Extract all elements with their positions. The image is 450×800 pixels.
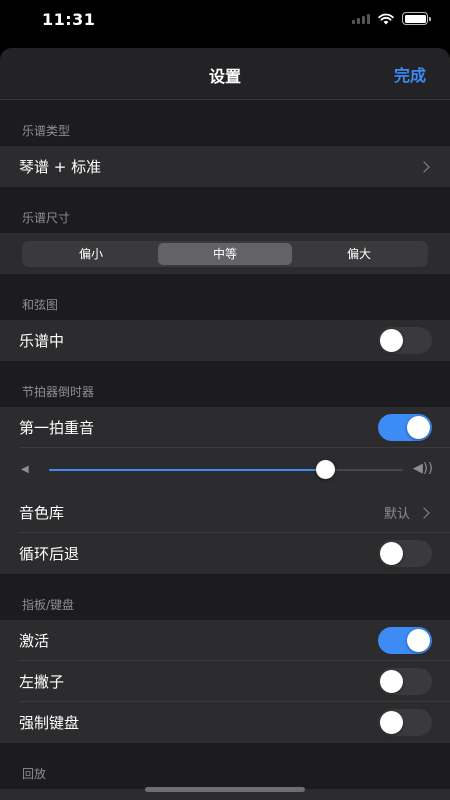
score-size-segmented-control: 偏小 中等 偏大: [22, 240, 428, 267]
volume-slider-fill: [49, 469, 326, 471]
page-title: 设置: [208, 67, 241, 86]
section-header-score-size: 乐谱尺寸: [22, 211, 71, 225]
score-type-label: 琴谱 + 标准: [19, 158, 102, 176]
section-header-fretboard: 指板/键盘: [22, 598, 75, 612]
accent-first-beat-row: 第一拍重音: [0, 407, 450, 448]
done-button[interactable]: 完成: [394, 62, 426, 86]
status-time: 11:31: [42, 10, 96, 29]
navigation-bar: 设置 完成: [0, 48, 450, 100]
cellular-signal-icon: [352, 13, 370, 24]
chord-in-score-label: 乐谱中: [19, 332, 65, 350]
status-bar: 11:31: [0, 0, 450, 44]
activate-row: 激活: [0, 620, 450, 661]
chord-in-score-toggle[interactable]: [378, 327, 432, 354]
wifi-icon: [378, 13, 394, 24]
chevron-right-icon: [418, 506, 430, 519]
segment-small[interactable]: 偏小: [24, 243, 158, 265]
volume-low-icon: ◀: [21, 464, 29, 475]
loop-back-toggle[interactable]: [378, 540, 432, 567]
home-indicator: [145, 787, 305, 792]
section-header-score-type: 乐谱类型: [22, 124, 71, 138]
force-keyboard-row: 强制键盘: [0, 702, 450, 743]
sound-library-row[interactable]: 音色库 默认: [0, 492, 450, 533]
section-header-metronome: 节拍器倒时器: [22, 385, 95, 399]
left-handed-toggle[interactable]: [378, 668, 432, 695]
section-header-chord: 和弦图: [22, 298, 59, 312]
activate-toggle[interactable]: [378, 627, 432, 654]
sound-library-label: 音色库: [19, 504, 65, 522]
loop-back-row: 循环后退: [0, 533, 450, 574]
force-keyboard-label: 强制键盘: [19, 714, 80, 732]
accent-first-beat-toggle[interactable]: [378, 414, 432, 441]
score-type-row[interactable]: 琴谱 + 标准: [0, 146, 450, 187]
force-keyboard-toggle[interactable]: [378, 709, 432, 736]
volume-slider-track[interactable]: [49, 460, 403, 479]
activate-label: 激活: [19, 632, 50, 650]
volume-slider-thumb[interactable]: [316, 460, 336, 479]
volume-slider-row: ◀ ◀)): [0, 448, 450, 492]
settings-sheet: 设置 完成 乐谱类型 琴谱 + 标准 乐谱尺寸 偏小 中等 偏大 和弦图 乐谱中…: [0, 48, 450, 800]
score-size-row: 偏小 中等 偏大: [0, 233, 450, 274]
chevron-right-icon: [418, 160, 430, 173]
segment-large[interactable]: 偏大: [292, 243, 426, 265]
section-header-playback: 回放: [22, 767, 47, 781]
chord-in-score-row: 乐谱中: [0, 320, 450, 361]
segment-medium[interactable]: 中等: [158, 242, 292, 265]
battery-icon: [402, 12, 431, 25]
status-icons: [352, 12, 431, 25]
volume-high-icon: ◀)): [412, 461, 433, 476]
accent-first-beat-label: 第一拍重音: [19, 419, 95, 437]
sound-library-value: 默认: [383, 507, 410, 522]
left-handed-label: 左撇子: [19, 673, 65, 691]
loop-back-label: 循环后退: [19, 545, 80, 563]
left-handed-row: 左撇子: [0, 661, 450, 702]
